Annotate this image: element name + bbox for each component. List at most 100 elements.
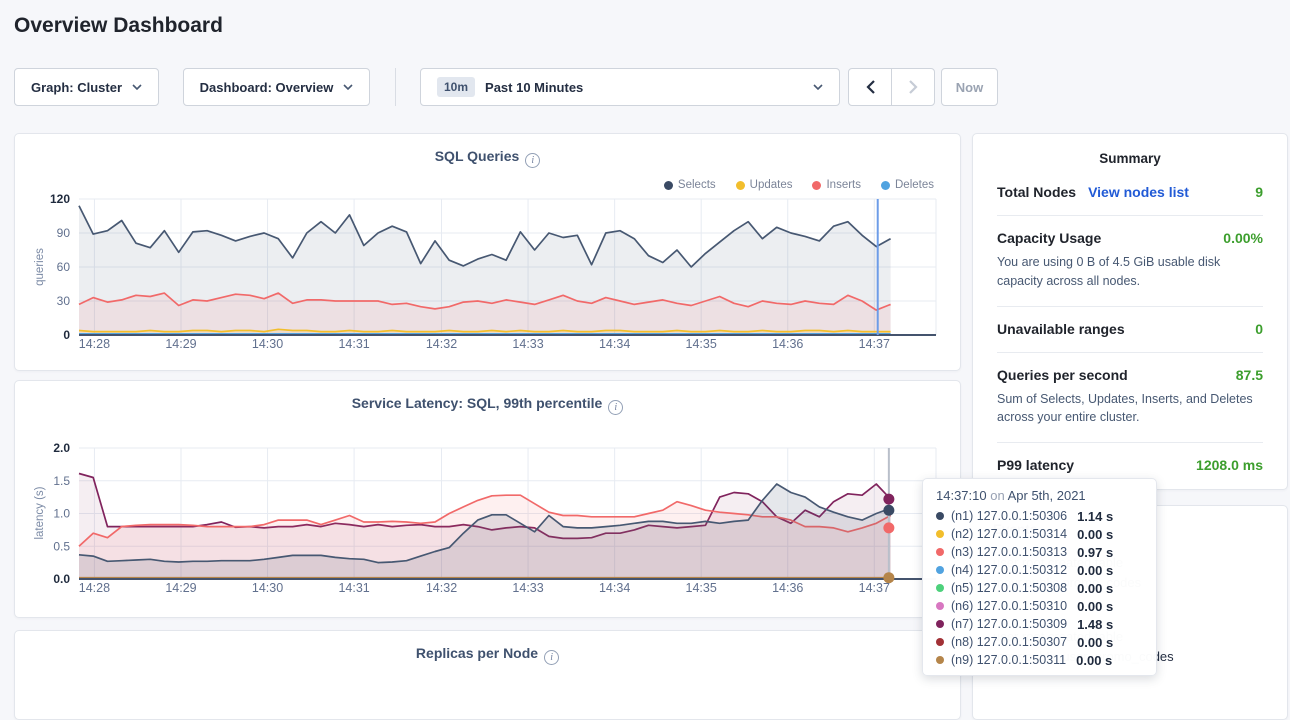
tooltip-timestamp: 14:37:10 on Apr 5th, 2021 — [936, 488, 1143, 507]
chart-hover-tooltip: 14:37:10 on Apr 5th, 2021 (n1) 127.0.0.1… — [922, 478, 1157, 676]
node-latency-value: 1.14 s — [1077, 509, 1113, 524]
legend-label: Inserts — [826, 179, 861, 191]
graph-selector-label: Graph: Cluster — [31, 80, 122, 95]
svg-text:120: 120 — [50, 192, 70, 206]
node-latency-value: 0.00 s — [1076, 653, 1112, 668]
service-latency-title: Service Latency: SQL, 99th percentilei — [15, 381, 960, 415]
node-address: (n2) 127.0.0.1:50314 — [951, 527, 1067, 541]
sql-queries-chart[interactable]: 030609012014:2814:2914:3014:3114:3214:33… — [15, 191, 950, 351]
legend-label: Updates — [750, 179, 793, 191]
legend-item-inserts[interactable]: Inserts — [812, 179, 861, 191]
view-nodes-list-link[interactable]: View nodes list — [1088, 184, 1189, 200]
svg-text:30: 30 — [57, 294, 71, 308]
svg-text:14:35: 14:35 — [686, 337, 717, 351]
svg-text:14:36: 14:36 — [772, 581, 803, 595]
unavailable-ranges-value: 0 — [1255, 321, 1263, 337]
svg-text:14:32: 14:32 — [426, 337, 457, 351]
node-color-dot — [936, 548, 944, 556]
time-range-label: Past 10 Minutes — [485, 80, 583, 95]
svg-text:14:33: 14:33 — [512, 337, 543, 351]
time-prev-button[interactable] — [848, 68, 892, 106]
node-latency-value: 0.00 s — [1077, 581, 1113, 596]
node-color-dot — [936, 584, 944, 592]
svg-text:14:29: 14:29 — [165, 337, 196, 351]
queries-per-second-value: 87.5 — [1236, 367, 1263, 383]
time-range-dropdown[interactable]: 10m Past 10 Minutes — [420, 68, 840, 106]
toolbar-divider — [395, 68, 396, 106]
p99-latency-label: P99 latency — [997, 457, 1074, 473]
info-icon[interactable]: i — [608, 400, 623, 415]
svg-text:14:32: 14:32 — [426, 581, 457, 595]
tooltip-node-row: (n5) 127.0.0.1:50308 0.00 s — [936, 579, 1143, 597]
replicas-per-node-title: Replicas per Nodei — [15, 631, 960, 665]
node-address: (n1) 127.0.0.1:50306 — [951, 509, 1067, 523]
legend-item-updates[interactable]: Updates — [736, 179, 793, 191]
tooltip-node-row: (n6) 127.0.0.1:503100.00 s — [936, 597, 1143, 615]
svg-text:1.5: 1.5 — [53, 474, 70, 488]
replicas-per-node-panel: Replicas per Nodei — [14, 630, 961, 720]
summary-row-capacity-usage: Capacity Usage 0.00% You are using 0 B o… — [997, 216, 1263, 307]
node-latency-value: 0.97 s — [1077, 545, 1113, 560]
svg-text:0.5: 0.5 — [53, 539, 70, 553]
capacity-usage-label: Capacity Usage — [997, 230, 1101, 246]
summary-panel: Summary Total Nodes View nodes list 9 Ca… — [972, 133, 1288, 490]
node-latency-value: 0.00 s — [1077, 563, 1113, 578]
node-address: (n9) 127.0.0.1:50311 — [951, 653, 1066, 667]
tooltip-node-row: (n7) 127.0.0.1:503091.48 s — [936, 615, 1143, 633]
node-color-dot — [936, 512, 944, 520]
tooltip-node-row: (n1) 127.0.0.1:50306 1.14 s — [936, 507, 1143, 525]
node-color-dot — [936, 566, 944, 574]
dashboard-selector-dropdown[interactable]: Dashboard: Overview — [183, 68, 370, 106]
p99-latency-value: 1208.0 ms — [1196, 457, 1263, 473]
legend-dot — [812, 181, 821, 190]
dashboard-selector-label: Dashboard: Overview — [200, 80, 334, 95]
chevron-down-icon — [343, 84, 353, 90]
info-icon[interactable]: i — [525, 153, 540, 168]
time-nav-group — [848, 68, 935, 106]
summary-title: Summary — [997, 134, 1263, 170]
node-address: (n5) 127.0.0.1:50308 — [951, 581, 1067, 595]
svg-text:14:31: 14:31 — [338, 581, 369, 595]
legend-label: Selects — [678, 179, 716, 191]
time-next-button[interactable] — [891, 68, 935, 106]
svg-text:14:29: 14:29 — [165, 581, 196, 595]
total-nodes-label: Total Nodes — [997, 184, 1076, 200]
page-title: Overview Dashboard — [14, 14, 223, 38]
node-color-dot — [936, 656, 944, 664]
queries-per-second-label: Queries per second — [997, 367, 1128, 383]
svg-text:14:28: 14:28 — [79, 337, 110, 351]
now-button[interactable]: Now — [941, 68, 998, 106]
node-color-dot — [936, 530, 944, 538]
svg-text:14:35: 14:35 — [686, 581, 717, 595]
legend-item-deletes[interactable]: Deletes — [881, 179, 934, 191]
svg-text:14:34: 14:34 — [599, 581, 630, 595]
tooltip-node-row: (n4) 127.0.0.1:50312 0.00 s — [936, 561, 1143, 579]
graph-selector-dropdown[interactable]: Graph: Cluster — [14, 68, 159, 106]
tooltip-node-row: (n2) 127.0.0.1:503140.00 s — [936, 525, 1143, 543]
legend-dot — [881, 181, 890, 190]
node-color-dot — [936, 602, 944, 610]
service-latency-chart[interactable]: 0.00.51.01.52.014:2814:2914:3014:3114:32… — [15, 440, 950, 595]
node-address: (n4) 127.0.0.1:50312 — [951, 563, 1067, 577]
chevron-left-icon — [866, 80, 875, 94]
legend-label: Deletes — [895, 179, 934, 191]
unavailable-ranges-label: Unavailable ranges — [997, 321, 1125, 337]
node-color-dot — [936, 638, 944, 646]
chevron-down-icon — [813, 84, 823, 90]
legend-item-selects[interactable]: Selects — [664, 179, 716, 191]
legend-dot — [664, 181, 673, 190]
node-latency-value: 0.00 s — [1077, 635, 1113, 650]
sql-queries-legend: Selects Updates Inserts Deletes — [664, 179, 934, 191]
node-address: (n6) 127.0.0.1:50310 — [951, 599, 1067, 613]
summary-row-total-nodes: Total Nodes View nodes list 9 — [997, 170, 1263, 216]
queries-per-second-description: Sum of Selects, Updates, Inserts, and De… — [997, 390, 1263, 428]
tooltip-node-row: (n9) 127.0.0.1:50311 0.00 s — [936, 651, 1143, 669]
svg-text:14:36: 14:36 — [772, 337, 803, 351]
node-color-dot — [936, 620, 944, 628]
svg-text:2.0: 2.0 — [53, 441, 70, 455]
svg-text:14:28: 14:28 — [79, 581, 110, 595]
svg-text:14:37: 14:37 — [859, 337, 890, 351]
info-icon[interactable]: i — [544, 650, 559, 665]
service-latency-panel: Service Latency: SQL, 99th percentilei l… — [14, 380, 961, 618]
node-latency-value: 1.48 s — [1077, 617, 1113, 632]
